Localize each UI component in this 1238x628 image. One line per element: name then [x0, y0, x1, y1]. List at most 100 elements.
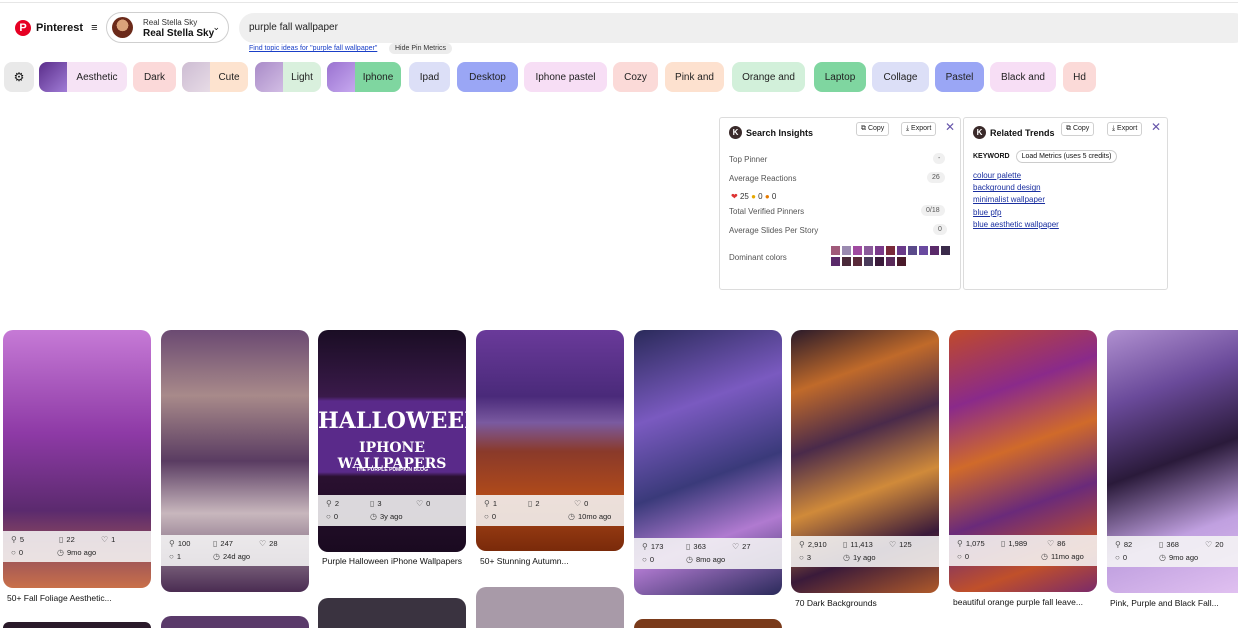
- chip-pastel[interactable]: Pastel: [935, 62, 984, 92]
- trend-link[interactable]: blue pfp: [973, 207, 1059, 219]
- comment-icon: ○: [484, 512, 489, 521]
- chip-dark[interactable]: Dark: [133, 62, 176, 92]
- color-swatch: [919, 246, 928, 255]
- keyword-label: KEYWORD: [973, 153, 1010, 160]
- pin-caption[interactable]: Pink, Purple and Black Fall...: [1110, 598, 1235, 609]
- color-swatch: [886, 246, 895, 255]
- copy-button[interactable]: ⧉ Copy: [1061, 122, 1095, 136]
- panel-title: Related Trends: [990, 127, 1055, 138]
- pin-card[interactable]: ⚲ 5 ▯ 22 ♡ 1 ○ 0 ◷ 9mo ago: [3, 330, 151, 588]
- pin-caption[interactable]: 50+ Fall Foliage Aesthetic...: [7, 593, 155, 604]
- comment-icon: ○: [326, 512, 331, 521]
- heart-icon: ♡: [889, 540, 897, 549]
- pin-icon: ⚲: [11, 535, 17, 544]
- search-input[interactable]: purple fall wallpaper: [239, 13, 1238, 43]
- pin-card[interactable]: [3, 622, 151, 628]
- comment-icon: ○: [799, 553, 804, 562]
- pin-card[interactable]: ⚲ 173 ▯ 363 ♡ 27 ○ 0 ◷ 8mo ago: [634, 330, 782, 595]
- pin-card[interactable]: [634, 619, 782, 628]
- verified-pinners-value: 0/18: [921, 205, 945, 216]
- heart-icon: ❤: [731, 192, 738, 201]
- pin-metrics: ⚲ 2,910 ▯ 11,413 ♡ 125 ○ 3 ◷ 1y ago: [791, 536, 939, 567]
- chip-pink-and[interactable]: Pink and: [665, 62, 724, 92]
- clock-icon: ◷: [686, 555, 693, 564]
- close-icon[interactable]: ✕: [1151, 120, 1161, 134]
- verified-pinners-label: Total Verified Pinners: [729, 207, 805, 216]
- chip-iphone-pastel[interactable]: Iphone pastel: [524, 62, 607, 92]
- comment-icon: ○: [957, 552, 962, 561]
- chip-iphone[interactable]: Iphone: [327, 62, 401, 92]
- trend-link[interactable]: background design: [973, 182, 1059, 194]
- pin-icon: ⚲: [169, 539, 175, 548]
- pin-overlay-credit: THE PURPLE PUMPKIN BLOG: [356, 467, 428, 473]
- pin-caption[interactable]: Purple Halloween iPhone Wallpapers: [322, 556, 470, 567]
- topic-ideas-link[interactable]: Find topic ideas for "purple fall wallpa…: [249, 45, 377, 52]
- top-divider: [0, 0, 1238, 3]
- comment-icon: ○: [642, 555, 647, 564]
- pin-metrics: ⚲ 1 ▯ 2 ♡ 0 ○ 0 ◷ 10mo ago: [476, 495, 624, 526]
- top-pinner-label: Top Pinner: [729, 155, 768, 164]
- chip-hd[interactable]: Hd: [1063, 62, 1096, 92]
- pinterest-icon: P: [15, 20, 31, 36]
- pin-metrics: ⚲ 2 ▯ 3 ♡ 0 ○ 0 ◷ 3y ago: [318, 495, 466, 526]
- trend-link[interactable]: blue aesthetic wallpaper: [973, 219, 1059, 231]
- chip-orange-and[interactable]: Orange and: [732, 62, 805, 92]
- pin-caption[interactable]: 50+ Stunning Autumn...: [480, 556, 628, 567]
- avg-reactions-value: 26: [927, 172, 945, 183]
- heart-icon: ♡: [732, 542, 740, 551]
- pin-card[interactable]: ⚲ 100 ▯ 247 ♡ 28 ○ 1 ◷ 24d ago: [161, 330, 309, 592]
- board-icon: ▯: [686, 542, 691, 551]
- color-swatch: [853, 257, 862, 266]
- export-button[interactable]: ⤓ Export: [1107, 122, 1143, 136]
- pin-metrics: ⚲ 82 ▯ 368 ♡ 20 ○ 0 ◷ 9mo ago: [1107, 536, 1238, 567]
- extension-logo-icon: K: [973, 126, 986, 139]
- pin-card[interactable]: [476, 587, 624, 628]
- trend-link[interactable]: colour palette: [973, 170, 1059, 182]
- pin-card[interactable]: ⚲ 1 ▯ 2 ♡ 0 ○ 0 ◷ 10mo ago: [476, 330, 624, 551]
- pin-card[interactable]: ⚲ 2,910 ▯ 11,413 ♡ 125 ○ 3 ◷ 1y ago: [791, 330, 939, 593]
- pin-card[interactable]: [161, 616, 309, 628]
- comment-icon: ○: [11, 548, 16, 557]
- board-icon: ▯: [528, 499, 533, 508]
- pin-icon: ⚲: [1115, 540, 1121, 549]
- heart-icon: ♡: [1047, 539, 1055, 548]
- pin-card[interactable]: HALLOWEEN IPHONE WALLPAPERS THE PURPLE P…: [318, 330, 466, 552]
- pin-card[interactable]: ⚲ 1,075 ▯ 1,989 ♡ 86 ○ 0 ◷ 11mo ago: [949, 330, 1097, 592]
- avatar: [112, 17, 133, 38]
- chip-black-and[interactable]: Black and: [990, 62, 1056, 92]
- pin-card[interactable]: [318, 598, 466, 628]
- chip-cozy[interactable]: Cozy: [613, 62, 658, 92]
- haha-icon: ●: [764, 192, 770, 201]
- clock-icon: ◷: [1041, 552, 1048, 561]
- filter-icon[interactable]: ⚙: [4, 62, 34, 92]
- export-button[interactable]: ⤓ Export: [901, 122, 937, 136]
- copy-button[interactable]: ⧉ Copy: [856, 122, 890, 136]
- close-icon[interactable]: ✕: [945, 120, 955, 134]
- pin-caption[interactable]: beautiful orange purple fall leave...: [953, 597, 1101, 608]
- chip-desktop[interactable]: Desktop: [457, 62, 518, 92]
- search-insights-panel: K Search Insights ⧉ Copy ⤓ Export ✕ Top …: [719, 117, 961, 290]
- wow-icon: ●: [751, 192, 756, 201]
- chip-aesthetic[interactable]: Aesthetic: [39, 62, 127, 92]
- pin-metrics: ⚲ 173 ▯ 363 ♡ 27 ○ 0 ◷ 8mo ago: [634, 538, 782, 569]
- chip-cute[interactable]: Cute: [182, 62, 248, 92]
- load-metrics-button[interactable]: Load Metrics (uses 5 credits): [1015, 150, 1118, 163]
- trend-link[interactable]: minimalist wallpaper: [973, 194, 1059, 206]
- hide-pin-metrics-button[interactable]: Hide Pin Metrics: [389, 43, 452, 54]
- trend-links: colour palette background design minimal…: [973, 170, 1059, 231]
- color-swatch: [941, 246, 950, 255]
- chip-laptop[interactable]: Laptop: [814, 62, 866, 92]
- hamburger-icon[interactable]: ≡: [91, 22, 97, 34]
- clock-icon: ◷: [568, 512, 575, 521]
- pin-card[interactable]: ⚲ 82 ▯ 368 ♡ 20 ○ 0 ◷ 9mo ago: [1107, 330, 1238, 593]
- color-swatch: [908, 246, 917, 255]
- color-swatch: [842, 257, 851, 266]
- chip-light[interactable]: Light: [255, 62, 321, 92]
- pinterest-logo[interactable]: P Pinterest ≡: [15, 20, 98, 36]
- pin-caption[interactable]: 70 Dark Backgrounds: [795, 598, 943, 609]
- chip-collage[interactable]: Collage: [872, 62, 929, 92]
- clock-icon: ◷: [57, 548, 64, 557]
- heart-icon: ♡: [259, 539, 267, 548]
- chip-ipad[interactable]: Ipad: [409, 62, 450, 92]
- account-switcher[interactable]: Real Stella Sky Real Stella Sky ⌄: [106, 12, 229, 43]
